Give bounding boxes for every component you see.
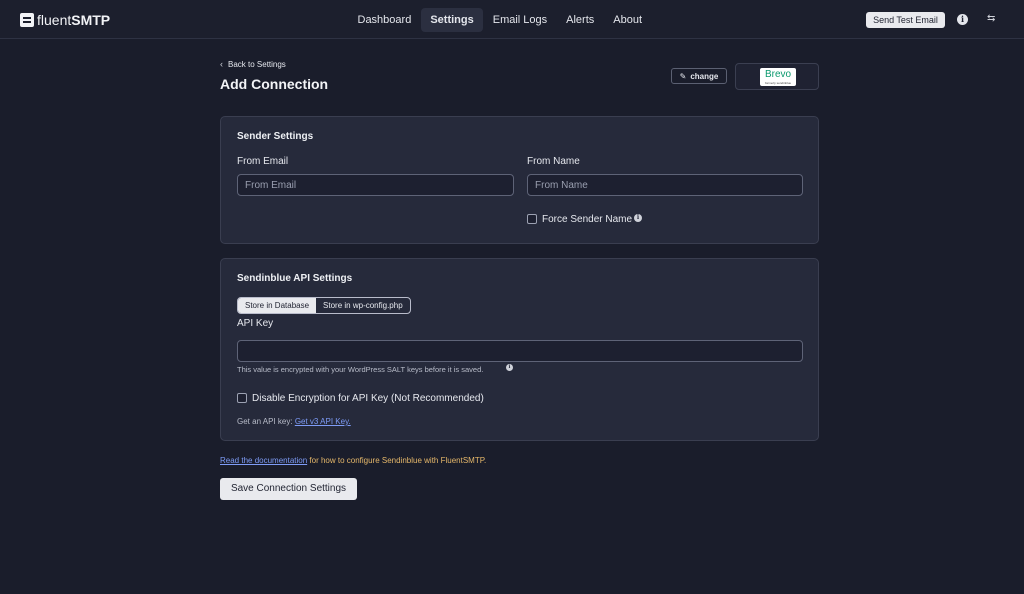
provider-logo-box: Brevo formerly sendinblue	[735, 63, 819, 90]
fluentsmtp-logo-icon	[20, 13, 34, 27]
api-key-info-icon[interactable]: i	[506, 364, 513, 371]
force-sender-name-checkbox[interactable]	[527, 214, 537, 224]
logo-text: fluentSMTP	[37, 12, 111, 28]
nav-settings[interactable]: Settings	[420, 8, 484, 32]
main-nav: Dashboard Settings Email Logs Alerts Abo…	[348, 8, 652, 32]
info-icon[interactable]: i	[957, 14, 968, 25]
chevron-left-icon: ‹	[220, 59, 223, 69]
sender-settings-title: Sender Settings	[237, 131, 314, 142]
documentation-note: Read the documentation for how to config…	[220, 456, 486, 465]
nav-email-logs[interactable]: Email Logs	[483, 8, 556, 32]
sender-settings-panel: Sender Settings From Email From Name For…	[220, 116, 819, 244]
nav-dashboard[interactable]: Dashboard	[348, 8, 421, 32]
api-key-input[interactable]	[237, 340, 803, 362]
save-connection-settings-button[interactable]: Save Connection Settings	[220, 478, 357, 500]
force-sender-name-label: Force Sender Name	[542, 214, 633, 225]
from-name-label: From Name	[527, 156, 580, 167]
edit-icon: ✎	[679, 71, 687, 81]
page-title: Add Connection	[220, 76, 329, 92]
storage-toggle: Store in Database Store in wp-config.php	[237, 297, 411, 314]
disable-encryption-checkbox[interactable]	[237, 393, 247, 403]
get-v3-api-key-link[interactable]: Get v3 API Key.	[295, 417, 351, 426]
disable-encryption-label: Disable Encryption for API Key (Not Reco…	[252, 393, 484, 404]
nav-alerts[interactable]: Alerts	[557, 8, 604, 32]
change-label: change	[690, 71, 719, 81]
from-email-input[interactable]	[237, 174, 514, 196]
nav-about[interactable]: About	[604, 8, 652, 32]
api-settings-panel: Sendinblue API Settings Store in Databas…	[220, 258, 819, 441]
api-key-label: API Key	[237, 318, 274, 329]
get-api-key-text: Get an API key: Get v3 API Key.	[237, 417, 351, 426]
documentation-suffix: for how to configure Sendinblue with Flu…	[307, 456, 487, 465]
top-bar: fluentSMTP Dashboard Settings Email Logs…	[0, 0, 1024, 39]
back-label: Back to Settings	[228, 59, 286, 69]
swap-icon[interactable]: ⇆	[987, 13, 995, 24]
store-in-database-option[interactable]: Store in Database	[238, 298, 317, 313]
get-api-key-prefix: Get an API key:	[237, 417, 295, 426]
send-test-email-button[interactable]: Send Test Email	[866, 12, 945, 28]
app-logo[interactable]: fluentSMTP	[20, 12, 110, 28]
store-in-wp-config-option[interactable]: Store in wp-config.php	[316, 298, 410, 313]
api-key-help-text: This value is encrypted with your WordPr…	[237, 365, 484, 374]
change-provider-button[interactable]: ✎ change	[671, 68, 727, 84]
api-settings-title: Sendinblue API Settings	[237, 273, 353, 284]
from-name-input[interactable]	[527, 174, 803, 196]
force-sender-info-icon[interactable]: i	[634, 214, 642, 222]
from-email-label: From Email	[237, 156, 289, 167]
brevo-logo: Brevo formerly sendinblue	[760, 68, 796, 86]
back-to-settings-link[interactable]: ‹ Back to Settings	[220, 59, 286, 69]
read-documentation-link[interactable]: Read the documentation	[220, 456, 307, 465]
